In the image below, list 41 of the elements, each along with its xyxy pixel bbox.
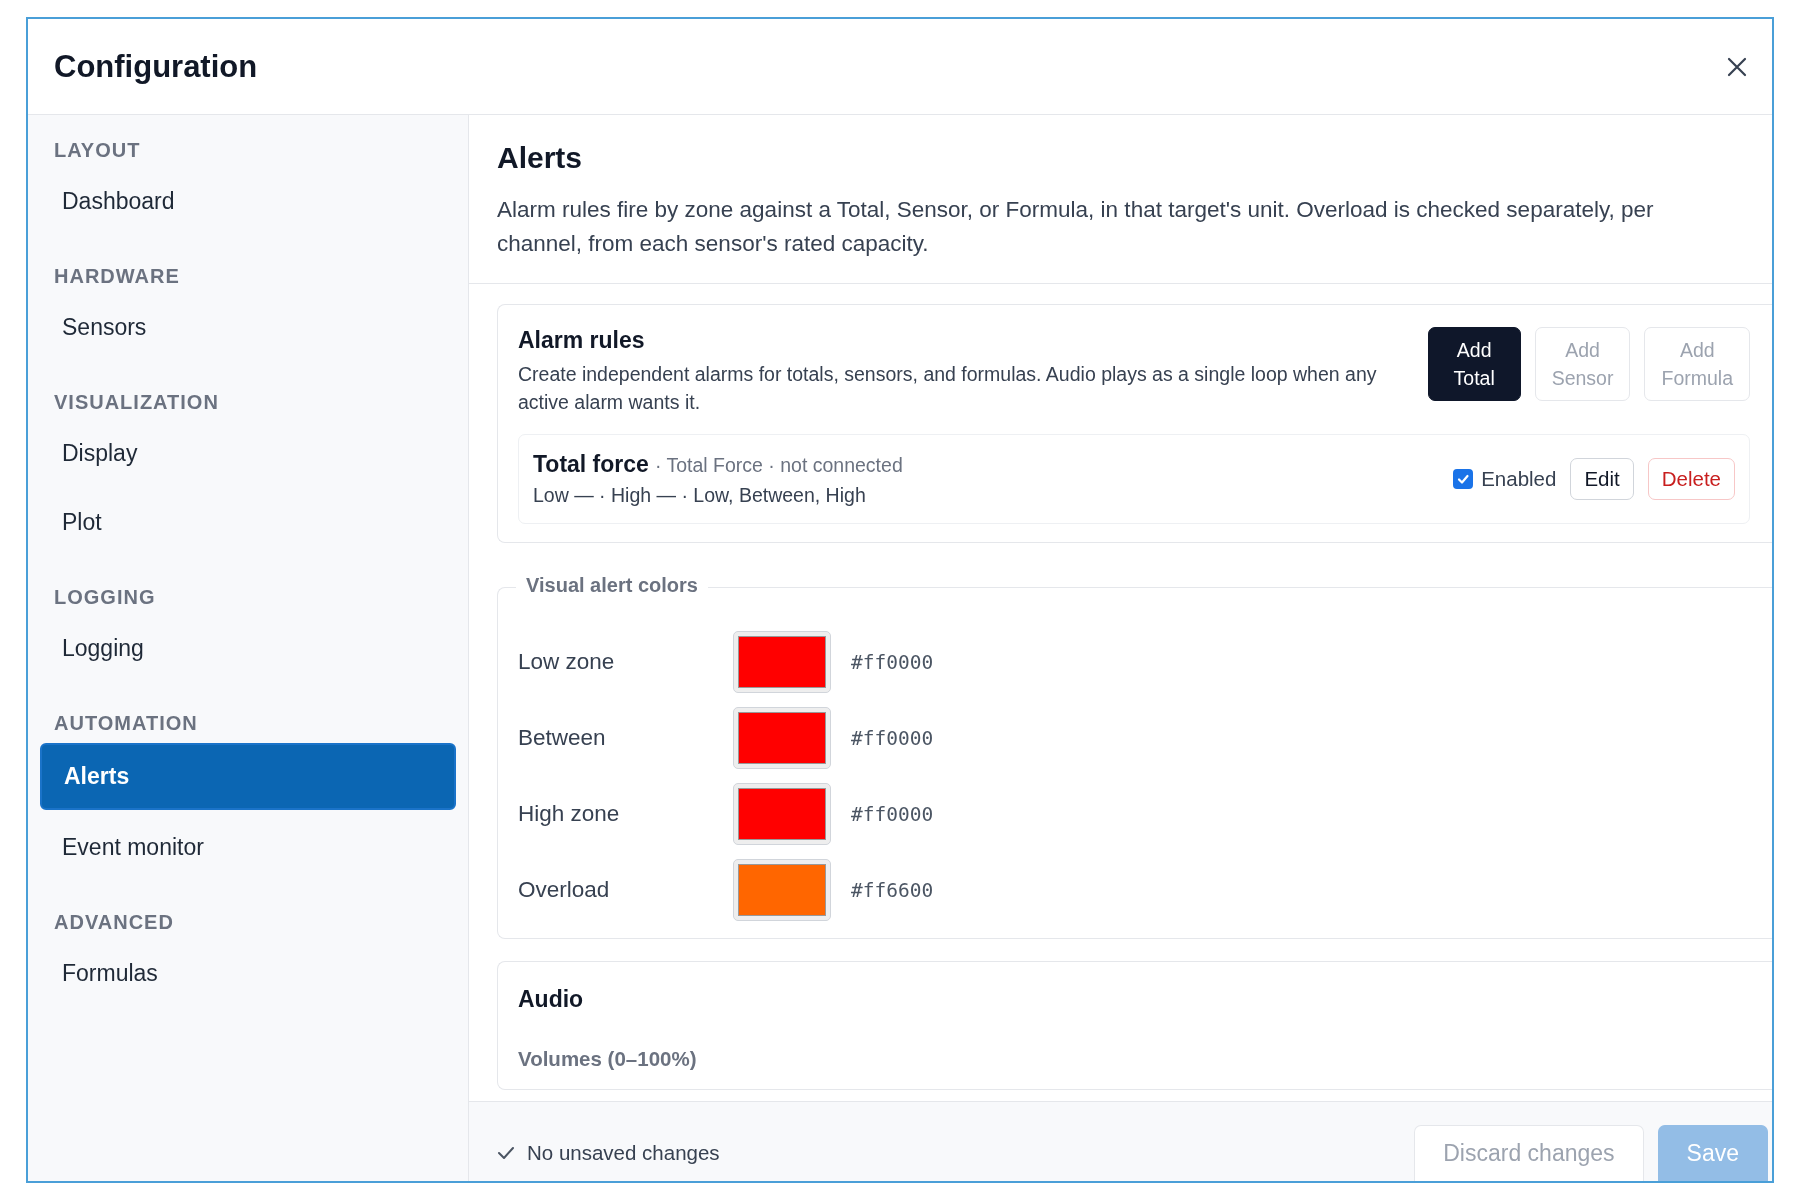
- rule-name: Total force: [533, 451, 649, 478]
- sidebar-heading: AUTOMATION: [53, 712, 199, 735]
- page-title: Alerts: [497, 141, 584, 175]
- enabled-label: Enabled: [1481, 467, 1557, 491]
- sidebar-item[interactable]: Formulas: [40, 942, 456, 1005]
- color-hex: #ff0000: [851, 802, 934, 826]
- status-text: No unsaved changes: [527, 1141, 720, 1165]
- color-hex: #ff6600: [851, 878, 934, 902]
- page-description: Alarm rules fire by zone against a Total, Sensor, or Formula, in that target's unit. Overload is checked separately, per channel, from each sensor's rated capacity.: [497, 196, 1655, 258]
- window-title: Configuration: [54, 48, 258, 85]
- color-label: Between: [518, 725, 607, 751]
- sidebar-item[interactable]: Logging: [40, 617, 456, 680]
- sidebar-item[interactable]: Plot: [40, 491, 456, 554]
- close-icon[interactable]: [1726, 55, 1748, 78]
- sidebar-item[interactable]: Display: [40, 422, 456, 485]
- rule-summary: Low — · High — · Low, Between, High: [533, 484, 867, 507]
- enabled-checkbox[interactable]: [1453, 469, 1474, 489]
- color-hex: #ff0000: [851, 650, 934, 674]
- section-title: Alarm rules: [518, 327, 646, 354]
- sidebar-heading: ADVANCED: [53, 911, 175, 934]
- sidebar-heading: HARDWARE: [53, 265, 181, 288]
- sidebar-heading: LOGGING: [53, 586, 157, 609]
- sidebar-heading: LAYOUT: [53, 139, 142, 162]
- sidebar-heading: VISUALIZATION: [53, 391, 220, 414]
- sidebar-item[interactable]: Event monitor: [40, 816, 456, 879]
- section-subtitle: Volumes (0–100%): [518, 1047, 698, 1071]
- add-button[interactable]: Add Total: [1427, 327, 1521, 401]
- color-label: Low zone: [518, 649, 616, 675]
- section-title: Audio: [518, 986, 585, 1013]
- color-hex: #ff0000: [851, 726, 934, 750]
- sidebar-item[interactable]: Sensors: [40, 296, 456, 359]
- sidebar-item[interactable]: Alerts: [40, 743, 456, 810]
- edit-button[interactable]: Edit: [1570, 458, 1634, 500]
- check-icon: [497, 1146, 515, 1160]
- sidebar-item[interactable]: Dashboard: [40, 170, 456, 233]
- checkmark-icon: [1456, 472, 1471, 486]
- section-description: Create independent alarms for totals, sensors, and formulas. Audio plays as a single loop when any active alarm wants it.: [518, 362, 1378, 415]
- color-label: Overload: [518, 877, 611, 903]
- color-label: High zone: [518, 801, 621, 827]
- rule-meta: · Total Force · not connected: [654, 454, 903, 477]
- delete-button[interactable]: Delete: [1647, 458, 1735, 500]
